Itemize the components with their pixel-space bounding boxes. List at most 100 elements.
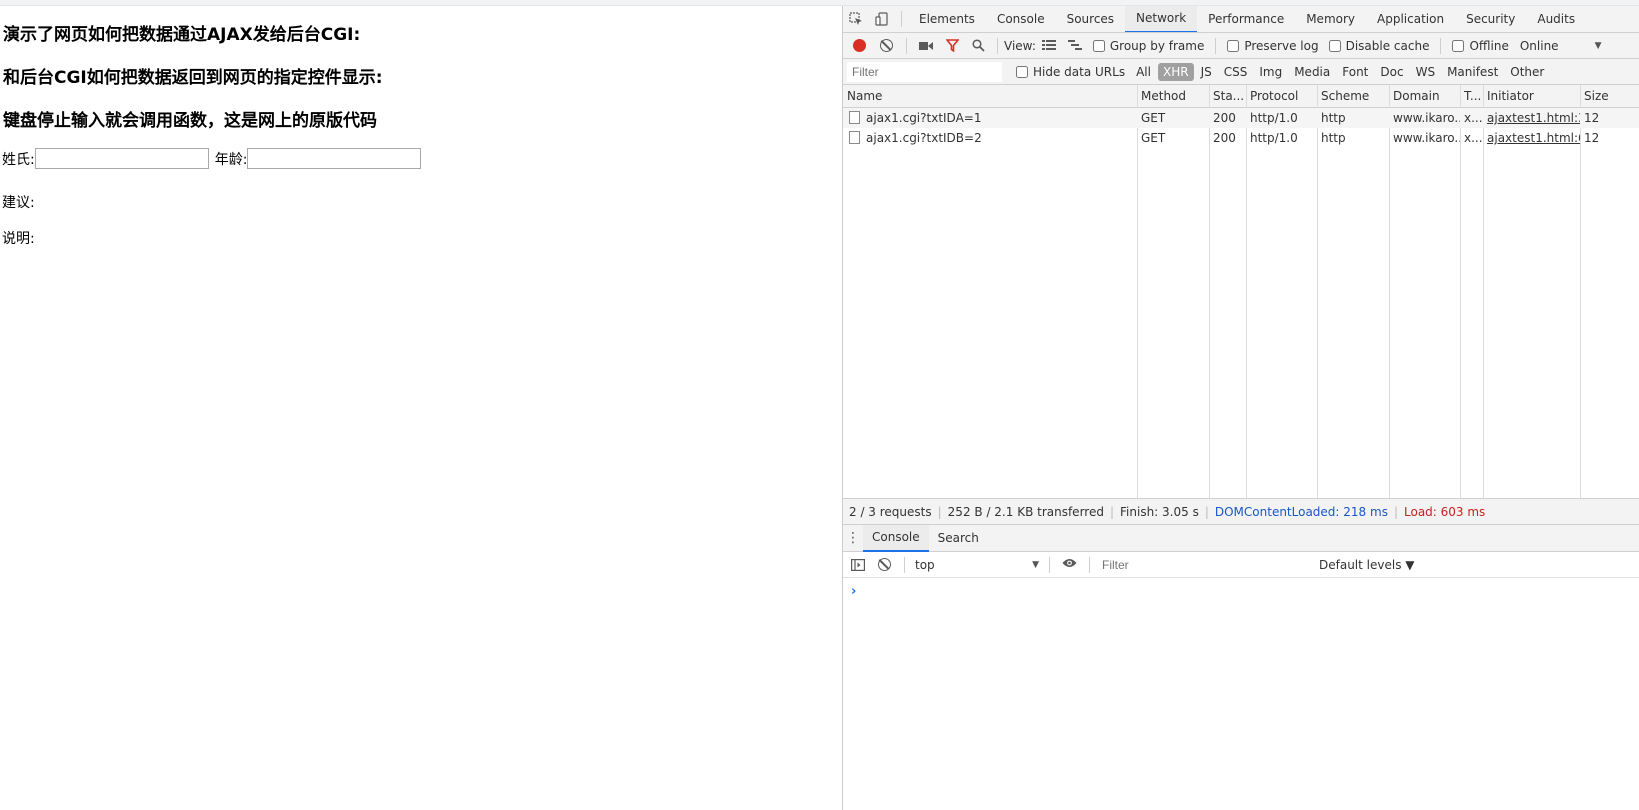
drawer-tab-console[interactable]: Console [863,524,929,552]
network-filter-input[interactable] [847,61,1002,82]
request-method: GET [1141,131,1166,145]
filter-type-img[interactable]: Img [1254,63,1287,81]
tabbar-separator [901,11,902,27]
request-type: x... [1464,111,1483,125]
waterfall-overview-icon[interactable] [1066,37,1084,55]
filter-type-doc[interactable]: Doc [1375,63,1408,81]
device-toolbar-icon[interactable] [873,10,891,28]
search-icon[interactable] [969,37,987,55]
filter-type-font[interactable]: Font [1337,63,1373,81]
disable-cache-label: Disable cache [1345,38,1430,53]
drawer-tab-search[interactable]: Search [929,525,988,552]
network-summary-bar: 2 / 3 requests | 252 B / 2.1 KB transfer… [843,499,1639,525]
transferred-size: 252 B / 2.1 KB transferred [947,504,1104,519]
request-initiator-link[interactable]: ajaxtest1.html:60 [1483,128,1580,148]
filter-type-other[interactable]: Other [1505,63,1549,81]
age-input[interactable] [247,148,422,169]
inspect-element-icon[interactable] [847,10,865,28]
hide-data-urls-box[interactable] [1016,65,1028,78]
request-name: ajax1.cgi?txtIDB=2 [866,131,982,145]
console-separator-2 [1049,556,1050,573]
group-by-frame-label: Group by frame [1109,38,1205,53]
heading-3: 键盘停止输入就会调用函数，这是网上的原版代码 [3,111,377,131]
tab-application[interactable]: Application [1366,6,1455,32]
requests-count: 2 / 3 requests [849,504,932,519]
log-levels-select[interactable]: Default levels ▼ [1319,558,1415,572]
tab-memory[interactable]: Memory [1295,6,1366,32]
col-header-domain[interactable]: Domain [1389,85,1460,108]
filter-type-ws[interactable]: WS [1411,63,1440,81]
network-filterbar: Hide data URLs All XHR JS CSS Img Media … [843,59,1639,85]
kebab-menu-icon[interactable]: ⋮ [843,530,863,546]
record-icon[interactable] [853,39,866,52]
surname-label: 姓氏: [2,151,35,168]
screenshot-camera-icon[interactable] [917,37,935,55]
disable-cache-checkbox[interactable]: Disable cache [1328,38,1430,53]
col-header-type[interactable]: T... [1460,85,1483,108]
surname-input[interactable] [34,148,209,169]
throttling-value: Online [1519,38,1559,53]
col-header-initiator[interactable]: Initiator [1483,85,1580,108]
large-rows-icon[interactable] [1040,37,1058,55]
tab-console[interactable]: Console [986,6,1056,32]
disable-cache-box[interactable] [1328,39,1341,52]
col-header-protocol[interactable]: Protocol [1246,85,1317,108]
request-size: 12 [1584,131,1600,145]
tab-security[interactable]: Security [1455,6,1526,32]
filter-type-manifest[interactable]: Manifest [1442,63,1503,81]
clear-icon[interactable] [880,39,893,52]
console-filter-input[interactable] [1098,554,1313,575]
console-toolbar: top ▼ Default levels ▼ [843,552,1639,578]
request-initiator-link[interactable]: ajaxtest1.html:31 [1483,108,1580,128]
eye-icon[interactable] [1062,557,1077,572]
group-by-frame-box[interactable] [1092,39,1105,52]
age-label: 年龄: [214,151,248,168]
offline-label: Offline [1469,38,1509,53]
preserve-log-checkbox[interactable]: Preserve log [1227,39,1319,53]
group-by-frame-checkbox[interactable]: Group by frame [1092,38,1205,53]
chevron-down-icon: ▼ [1594,40,1602,51]
col-header-name[interactable]: Name [843,85,1137,108]
tab-network[interactable]: Network [1125,6,1198,32]
filter-type-media[interactable]: Media [1289,63,1335,81]
filter-type-xhr[interactable]: XHR [1157,62,1194,81]
request-protocol: http/1.0 [1250,111,1298,125]
console-clear-icon[interactable] [878,558,891,571]
devtools-tabbar: Elements Console Sources Network Perform… [843,6,1639,33]
filter-type-css[interactable]: CSS [1219,63,1253,81]
tab-audits[interactable]: Audits [1526,6,1586,32]
col-header-method[interactable]: Method [1137,85,1209,108]
request-name-cell[interactable]: ajax1.cgi?txtIDA=1 [843,108,1137,128]
table-row[interactable]: ajax1.cgi?txtIDB=2 GET 200 http/1.0 http… [843,128,1639,148]
heading-2: 和后台CGI如何把数据返回到网页的指定控件显示: [3,68,383,88]
document-icon [849,111,860,124]
col-header-status[interactable]: Sta... [1209,85,1246,108]
execution-context-select[interactable]: top ▼ [911,558,1043,572]
tab-sources[interactable]: Sources [1056,6,1125,32]
console-prompt-icon[interactable]: › [851,584,856,599]
finish-time: Finish: 3.05 s [1120,504,1199,519]
tab-performance[interactable]: Performance [1197,6,1295,32]
throttling-select[interactable]: Online ▼ [1514,39,1602,53]
document-icon [849,131,860,144]
col-header-size[interactable]: Size [1580,85,1639,108]
table-row[interactable]: ajax1.cgi?txtIDA=1 GET 200 http/1.0 http… [843,108,1639,128]
request-domain: www.ikaro... [1393,131,1460,145]
preserve-log-box[interactable] [1227,39,1240,52]
console-separator [904,556,905,573]
tab-elements[interactable]: Elements [908,6,986,32]
execution-context-value: top [915,557,935,572]
request-name-cell[interactable]: ajax1.cgi?txtIDB=2 [843,128,1137,148]
network-toolbar: View: Group by frame Preserve log Disabl… [843,33,1639,59]
filter-type-js[interactable]: JS [1196,63,1217,81]
offline-box[interactable] [1452,39,1465,52]
suggestion-label: 建议: [2,195,35,211]
hide-data-urls-checkbox[interactable]: Hide data URLs [1016,65,1125,79]
col-header-scheme[interactable]: Scheme [1317,85,1389,108]
offline-checkbox[interactable]: Offline [1452,38,1509,53]
sidebar-toggle-icon[interactable] [849,556,867,574]
chevron-down-icon: ▼ [1032,559,1039,570]
filter-funnel-icon[interactable] [943,37,961,55]
filter-type-all[interactable]: All [1131,63,1156,81]
request-scheme: http [1321,131,1346,145]
